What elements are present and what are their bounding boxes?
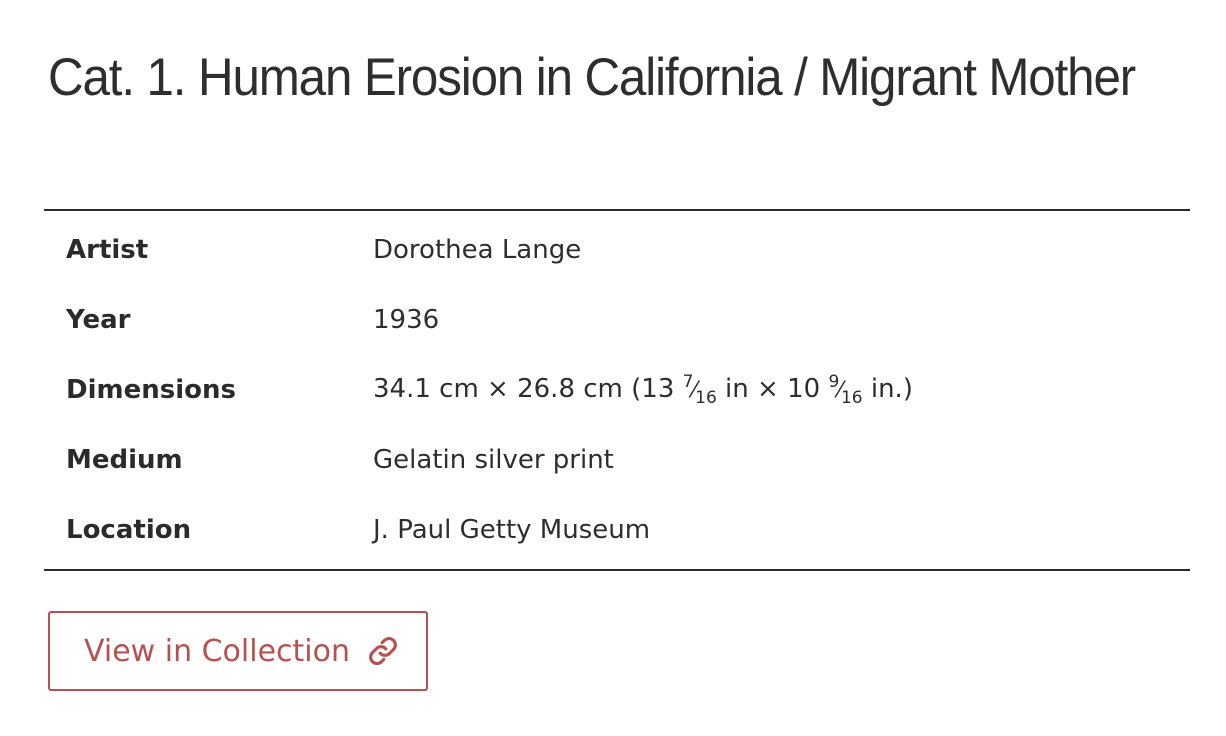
details-row-dimensions: Dimensions 34.1 cm × 26.8 cm (13 7⁄16 in… xyxy=(44,355,1190,425)
details-label: Location xyxy=(66,515,192,545)
details-value: 34.1 cm × 26.8 cm (13 7⁄16 in × 10 9⁄16 … xyxy=(373,372,1190,408)
details-value: Dorothea Lange xyxy=(373,235,582,265)
details-label: Year xyxy=(66,305,131,335)
details-value: 1936 xyxy=(373,305,440,335)
fraction-denominator: 16 xyxy=(840,388,863,408)
details-value: J. Paul Getty Museum xyxy=(373,515,651,545)
dimensions-text: in × 10 xyxy=(716,374,829,404)
details-row-artist: Artist Dorothea Lange xyxy=(44,215,1190,285)
dimensions-fraction: 7⁄16 xyxy=(682,372,717,408)
dimensions-fraction: 9⁄16 xyxy=(828,372,863,408)
details-value: Gelatin silver print xyxy=(373,445,614,475)
view-in-collection-button[interactable]: View in Collection xyxy=(48,611,428,691)
details-label: Medium xyxy=(66,445,183,475)
page-title: Cat. 1. Human Erosion in California / Mi… xyxy=(48,48,1136,107)
details-row-year: Year 1936 xyxy=(44,285,1190,355)
fraction-denominator: 16 xyxy=(695,388,717,408)
details-label: Artist xyxy=(66,235,149,265)
details-label: Dimensions xyxy=(66,375,236,405)
details-row-medium: Medium Gelatin silver print xyxy=(44,425,1190,495)
dimensions-text: 34.1 cm × 26.8 cm (13 xyxy=(373,374,683,404)
details-table: Artist Dorothea Lange Year 1936 Dimensio… xyxy=(44,209,1190,571)
view-in-collection-label: View in Collection xyxy=(84,633,351,669)
details-row-location: Location J. Paul Getty Museum xyxy=(44,495,1190,565)
dimensions-text: in.) xyxy=(862,374,913,404)
link-icon xyxy=(366,634,400,668)
